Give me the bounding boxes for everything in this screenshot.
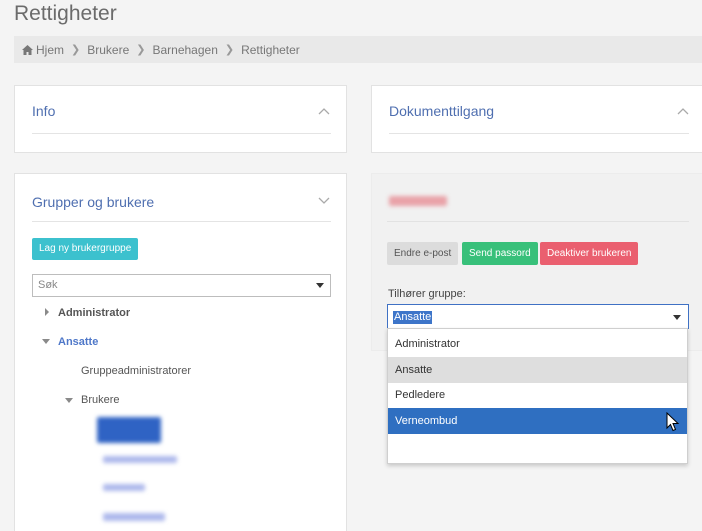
breadcrumb-home-label: Hjem bbox=[36, 42, 65, 57]
caret-down-icon bbox=[673, 315, 681, 320]
info-panel-title[interactable]: Info bbox=[32, 103, 55, 119]
tree-expanded-icon[interactable] bbox=[65, 398, 73, 403]
chevron-up-icon[interactable] bbox=[318, 107, 330, 115]
tree-item-administrator[interactable]: Administrator bbox=[58, 307, 130, 319]
mouse-pointer-icon bbox=[666, 412, 680, 432]
chevron-right-icon: ❯ bbox=[224, 44, 235, 56]
user-item-blurred[interactable] bbox=[103, 513, 165, 521]
tree-expanded-icon[interactable] bbox=[42, 339, 50, 344]
tree-item-brukere[interactable]: Brukere bbox=[81, 394, 120, 406]
group-select-value: Ansatte bbox=[393, 311, 433, 324]
home-icon bbox=[22, 44, 33, 55]
dokumenttilgang-panel-title[interactable]: Dokumenttilgang bbox=[389, 103, 494, 119]
group-label: Tilhører gruppe: bbox=[388, 288, 466, 300]
user-item-selected-blurred[interactable] bbox=[97, 417, 161, 443]
group-dropdown: Administrator Ansatte Pedledere Verneomb… bbox=[387, 328, 688, 464]
chevron-up-icon[interactable] bbox=[677, 107, 689, 115]
user-item-blurred[interactable] bbox=[103, 484, 145, 491]
panel-divider bbox=[387, 221, 689, 222]
panel-divider bbox=[389, 133, 689, 134]
user-item-blurred[interactable] bbox=[103, 456, 177, 463]
dokumenttilgang-panel: Dokumenttilgang bbox=[371, 85, 702, 153]
group-select[interactable]: Ansatte bbox=[387, 304, 689, 329]
groups-panel: Grupper og brukere Lag ny brukergruppe S… bbox=[14, 173, 347, 531]
change-email-button[interactable]: Endre e-post bbox=[387, 242, 459, 265]
breadcrumb-item-barnehagen[interactable]: Barnehagen bbox=[152, 43, 217, 57]
user-name-blurred bbox=[389, 196, 447, 206]
user-details-panel: Endre e-post Send passord Deaktiver bruk… bbox=[371, 173, 702, 351]
page-title: Rettigheter bbox=[14, 2, 117, 25]
groups-panel-title[interactable]: Grupper og brukere bbox=[32, 194, 154, 210]
panel-divider bbox=[32, 221, 331, 222]
new-group-button[interactable]: Lag ny brukergruppe bbox=[32, 238, 139, 260]
search-placeholder: Søk bbox=[38, 279, 58, 291]
breadcrumb-home[interactable]: Hjem bbox=[22, 43, 64, 57]
breadcrumb-item-rettigheter: Rettigheter bbox=[241, 42, 300, 57]
option-verneombud[interactable]: Verneombud bbox=[388, 408, 687, 434]
chevron-down-icon[interactable] bbox=[318, 197, 330, 205]
chevron-right-icon: ❯ bbox=[136, 44, 146, 56]
caret-down-icon bbox=[316, 283, 324, 288]
tree-item-ansatte[interactable]: Ansatte bbox=[58, 336, 98, 348]
tree-item-gruppeadministratorer[interactable]: Gruppeadministratorer bbox=[81, 365, 191, 377]
option-pedledere[interactable]: Pedledere bbox=[388, 382, 687, 408]
breadcrumb: Hjem ❯ Brukere ❯ Barnehagen ❯ Rettighete… bbox=[14, 36, 702, 63]
tree-collapsed-icon[interactable] bbox=[45, 308, 49, 316]
info-panel: Info bbox=[14, 85, 347, 153]
option-verneombud-label: Verneombud bbox=[395, 415, 458, 427]
chevron-right-icon: ❯ bbox=[71, 44, 81, 56]
option-ansatte[interactable]: Ansatte bbox=[388, 357, 687, 383]
panel-divider bbox=[32, 133, 331, 134]
send-password-button[interactable]: Send passord bbox=[462, 242, 538, 265]
option-administrator[interactable]: Administrator bbox=[388, 331, 687, 357]
deactivate-user-button[interactable]: Deaktiver brukeren bbox=[540, 242, 639, 265]
search-select[interactable]: Søk bbox=[32, 274, 331, 297]
breadcrumb-item-brukere[interactable]: Brukere bbox=[87, 43, 129, 57]
